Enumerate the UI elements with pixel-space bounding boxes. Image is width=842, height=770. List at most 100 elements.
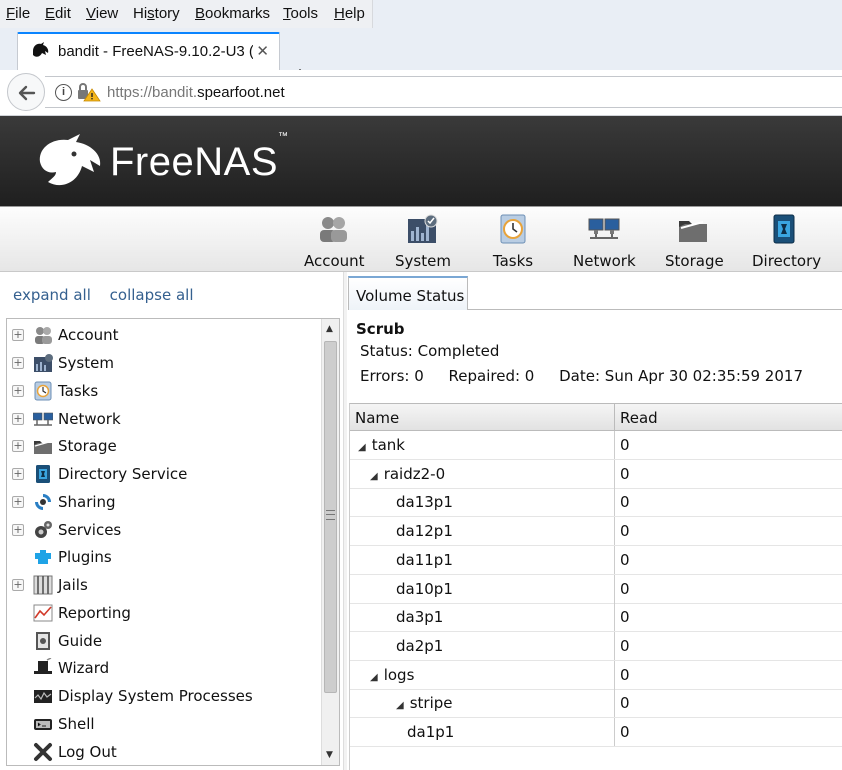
tree-item-tasks[interactable]: + Tasks [7, 377, 317, 403]
tree-item-guide[interactable]: Guide [7, 627, 317, 653]
collapse-triangle-icon[interactable]: ◢ [396, 700, 404, 711]
table-row[interactable]: ◢ raidz2-0 0 [350, 459, 842, 489]
column-header-read[interactable]: Read [614, 404, 842, 431]
row-read-value: 0 [614, 689, 842, 718]
menu-edit[interactable]: Edit [45, 5, 71, 22]
menu-file[interactable]: File [6, 5, 30, 22]
scroll-up-icon[interactable]: ▲ [326, 324, 333, 334]
row-name-text: da12p1 [396, 522, 453, 541]
tree-item-directory-service[interactable]: + Directory Service [7, 460, 317, 486]
table-row[interactable]: da3p1 0 [350, 603, 842, 633]
table-row[interactable]: da13p1 0 [350, 488, 842, 518]
tree-item-reporting[interactable]: Reporting [7, 599, 317, 625]
scrub-heading: Scrub [356, 320, 405, 338]
expand-toggle-icon[interactable]: + [12, 524, 24, 536]
directory-icon [36, 465, 50, 483]
back-button[interactable] [7, 73, 45, 111]
toolbar-account[interactable]: Account [304, 213, 365, 270]
toolbar-directory[interactable]: Directory [752, 213, 821, 270]
table-row[interactable]: da2p1 0 [350, 631, 842, 661]
info-icon[interactable]: i [55, 84, 72, 101]
tree-item-account[interactable]: + Account [7, 321, 317, 347]
row-name: da1p1 [407, 723, 454, 741]
menu-history[interactable]: History [133, 5, 180, 22]
row-name-text: da3p1 [396, 608, 444, 627]
tab-volume-status[interactable]: Volume Status [348, 276, 468, 310]
scroll-thumb[interactable] [324, 341, 337, 693]
logout-icon [34, 743, 52, 761]
row-read-value: 0 [614, 517, 842, 546]
browser-tab[interactable]: bandit - FreeNAS-9.10.2-U3 ( ✕ [17, 32, 280, 70]
reporting-icon [33, 604, 53, 622]
tree-item-log-out[interactable]: Log Out [7, 738, 317, 764]
jails-icon [33, 575, 53, 595]
network-icon [588, 218, 620, 239]
scroll-down-icon[interactable]: ▼ [326, 750, 333, 760]
row-read-value: 0 [614, 574, 842, 603]
row-name: da3p1 [396, 608, 443, 626]
table-row[interactable]: ◢ logs 0 [350, 660, 842, 690]
tree-item-sharing[interactable]: + Sharing [7, 488, 317, 514]
tree-item-shell[interactable]: Shell [7, 710, 317, 736]
tree-item-system[interactable]: + System [7, 349, 317, 375]
row-name-text: logs [383, 665, 415, 684]
row-read-value: 0 [614, 631, 842, 660]
tree-scrollbar[interactable]: ▲ ▼ [321, 319, 339, 765]
toolbar-tasks[interactable]: Tasks [492, 213, 534, 270]
row-name-text: stripe [409, 694, 453, 713]
row-read-value: 0 [614, 660, 842, 689]
table-row[interactable]: ◢ stripe 0 [350, 689, 842, 719]
collapse-all-link[interactable]: collapse all [110, 286, 194, 304]
expand-toggle-icon[interactable]: + [12, 496, 24, 508]
toolbar-storage[interactable]: Storage [665, 213, 724, 270]
table-row[interactable]: da12p1 0 [350, 517, 842, 547]
table-row[interactable]: da11p1 0 [350, 545, 842, 575]
expand-toggle-icon[interactable]: + [12, 468, 24, 480]
toolbar-network[interactable]: Network [573, 213, 636, 270]
account-icon [320, 217, 347, 242]
row-name-text: da1p1 [407, 723, 455, 741]
tree-item-services[interactable]: + Services [7, 516, 317, 542]
menu-help[interactable]: Help [334, 5, 365, 22]
menu-tools[interactable]: Tools [283, 5, 318, 22]
tree-item-display-system-processes[interactable]: Display System Processes [7, 682, 317, 708]
tree-item-wizard[interactable]: Wizard [7, 654, 317, 680]
expand-toggle-icon[interactable]: + [12, 385, 24, 397]
expand-all-link[interactable]: expand all [13, 286, 91, 304]
menu-view[interactable]: View [86, 5, 118, 22]
table-row[interactable]: da10p1 0 [350, 574, 842, 604]
scrub-details: Errors: 0 Repaired: 0 Date: Sun Apr 30 0… [360, 367, 823, 385]
panel-splitter[interactable] [343, 272, 347, 770]
network-icon [33, 412, 53, 426]
expand-toggle-icon[interactable]: + [12, 357, 24, 369]
table-row[interactable]: da1p1 0 [350, 718, 842, 747]
expand-toggle-icon[interactable]: + [12, 440, 24, 452]
scrub-date: Date: Sun Apr 30 02:35:59 2017 [559, 367, 803, 385]
tree-item-network[interactable]: + Network [7, 405, 317, 431]
insecure-lock-icon[interactable] [76, 82, 102, 102]
menu-bookmarks[interactable]: Bookmarks [195, 5, 270, 22]
column-header-name[interactable]: Name [355, 409, 399, 427]
tree-item-storage[interactable]: + Storage [7, 432, 317, 458]
tree-item-plugins[interactable]: Plugins [7, 543, 317, 569]
collapse-triangle-icon[interactable]: ◢ [370, 471, 378, 482]
row-name-text: raidz2-0 [383, 464, 446, 483]
url-bar[interactable]: i https://bandit.spearfoot.net [45, 76, 842, 108]
tab-strip: bandit - FreeNAS-9.10.2-U3 ( ✕ + [0, 28, 842, 89]
tree-item-jails[interactable]: + Jails [7, 571, 317, 597]
expand-toggle-icon[interactable]: + [12, 413, 24, 425]
url-text[interactable]: https://bandit.spearfoot.net [107, 84, 285, 101]
table-row[interactable]: ◢ tank 0 [350, 431, 842, 460]
tab-close-icon[interactable]: ✕ [256, 42, 269, 60]
expand-toggle-icon[interactable]: + [12, 329, 24, 341]
toolbar-system[interactable]: System [395, 213, 451, 270]
account-icon [35, 327, 52, 344]
row-read-value: 0 [614, 488, 842, 517]
navigation-tree: + Account + System + Tasks + Network + S… [6, 318, 340, 766]
expand-toggle-icon[interactable]: + [12, 579, 24, 591]
guide-icon [36, 632, 50, 650]
collapse-triangle-icon[interactable]: ◢ [370, 672, 378, 683]
collapse-triangle-icon[interactable]: ◢ [358, 442, 366, 453]
row-read-value: 0 [614, 431, 842, 459]
wizard-icon [34, 658, 52, 674]
